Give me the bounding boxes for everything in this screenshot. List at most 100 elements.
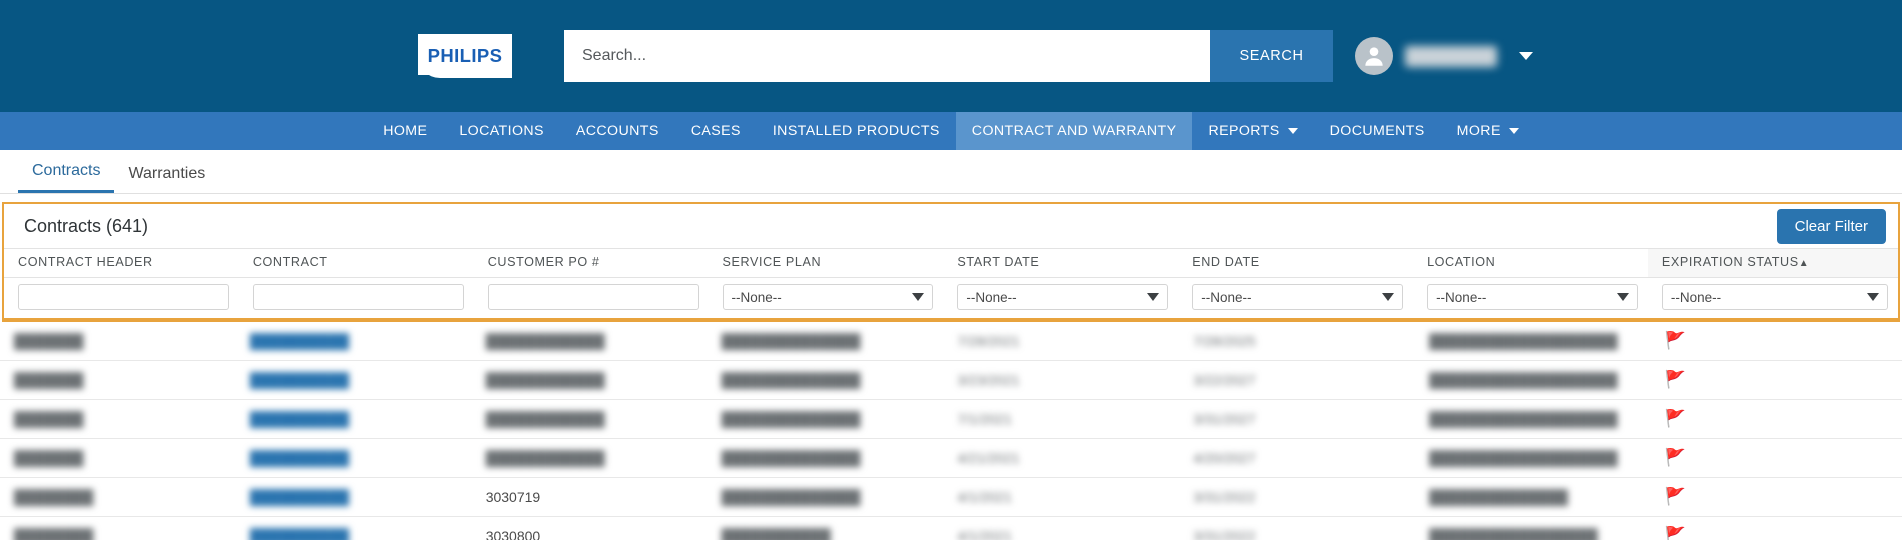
cell-value: ██████████ (250, 489, 349, 505)
column-header-service-plan[interactable]: SERVICE PLAN (709, 249, 944, 278)
cell-value: ███████ (14, 450, 83, 466)
chevron-down-icon[interactable] (1519, 52, 1533, 60)
cell-value: ██████████████ (722, 372, 861, 388)
nav-item-documents[interactable]: DOCUMENTS (1314, 112, 1441, 150)
filter-select-expiration-status[interactable]: --None-- (1662, 284, 1888, 310)
filter-input-contract[interactable] (253, 284, 464, 310)
cell-contract-header: ███████ (0, 361, 236, 400)
green-flag-icon: 🚩 (1665, 370, 1686, 389)
cell-value: 3/31/2027 (1193, 411, 1255, 427)
cell-start-date: 4/1/2021 (943, 517, 1179, 540)
filter-cell: --None-- (709, 278, 944, 320)
column-header-end-date[interactable]: END DATE (1178, 249, 1413, 278)
cell-service-plan: ██████████████ (708, 478, 944, 517)
green-flag-icon: 🚩 (1665, 331, 1686, 350)
philips-logo-text: PHILIPS (428, 45, 503, 67)
filter-select-start-date[interactable]: --None-- (957, 284, 1168, 310)
column-header-location[interactable]: LOCATION (1413, 249, 1648, 278)
column-header-contract-header[interactable]: CONTRACT HEADER (4, 249, 239, 278)
cell-value: ██████████████ (722, 489, 861, 505)
search-button[interactable]: SEARCH (1210, 30, 1333, 82)
filter-select-location[interactable]: --None-- (1427, 284, 1638, 310)
cell-value: 4/1/2021 (957, 489, 1012, 505)
cell-end-date: 3/22/2027 (1179, 361, 1415, 400)
table-row[interactable]: ██████████████████3030800███████████4/1/… (0, 517, 1902, 540)
table-row[interactable]: ████████████████████████████████████████… (0, 400, 1902, 439)
cell-contract[interactable]: ██████████ (236, 517, 472, 540)
clear-filter-button[interactable]: Clear Filter (1777, 209, 1886, 244)
table-row[interactable]: ██████████████████3030719██████████████4… (0, 478, 1902, 517)
cell-contract-header: ████████ (0, 478, 236, 517)
green-flag-icon: 🚩 (1665, 448, 1686, 467)
cell-value: ████████████ (486, 411, 605, 427)
cell-location: ███████████████████ (1415, 322, 1651, 361)
cell-contract[interactable]: ██████████ (236, 439, 472, 478)
green-flag-icon: 🚩 (1665, 526, 1686, 540)
cell-location: ███████████████████ (1415, 439, 1651, 478)
cell-expiration-status: 🚩 (1651, 517, 1902, 540)
user-menu[interactable] (1355, 37, 1533, 75)
nav-item-locations[interactable]: LOCATIONS (443, 112, 560, 150)
chevron-down-icon (912, 293, 924, 301)
cell-customer-po: 3030719 (472, 478, 708, 517)
sort-ascending-icon: ▲ (1799, 258, 1810, 269)
filter-select-service-plan[interactable]: --None-- (723, 284, 934, 310)
column-header-contract[interactable]: CONTRACT (239, 249, 474, 278)
cell-start-date: 4/1/2021 (943, 478, 1179, 517)
filter-input-contract-header[interactable] (18, 284, 229, 310)
cell-service-plan: ███████████ (708, 517, 944, 540)
philips-logo-inner: PHILIPS (418, 37, 512, 75)
cell-value: ██████████████ (722, 450, 861, 466)
cell-contract[interactable]: ██████████ (236, 478, 472, 517)
filter-select-end-date[interactable]: --None-- (1192, 284, 1403, 310)
cell-expiration-status: 🚩 (1651, 361, 1902, 400)
table-row[interactable]: ████████████████████████████████████████… (0, 322, 1902, 361)
cell-contract[interactable]: ██████████ (236, 400, 472, 439)
nav-item-accounts[interactable]: ACCOUNTS (560, 112, 675, 150)
nav-item-label: ACCOUNTS (576, 123, 659, 139)
user-avatar-icon (1355, 37, 1393, 75)
column-header-customer-po-[interactable]: CUSTOMER PO # (474, 249, 709, 278)
search-input[interactable] (564, 30, 1210, 82)
column-header-expiration-status[interactable]: EXPIRATION STATUS▲ (1648, 249, 1898, 278)
cell-value: ██████████████ (1429, 489, 1568, 505)
table-row[interactable]: ████████████████████████████████████████… (0, 361, 1902, 400)
column-header-label: EXPIRATION STATUS (1662, 255, 1799, 269)
nav-item-reports[interactable]: REPORTS (1192, 112, 1313, 150)
cell-location: █████████████████ (1415, 517, 1651, 540)
nav-item-label: CASES (691, 123, 741, 139)
user-name-label (1405, 46, 1497, 67)
tab-warranties[interactable]: Warranties (114, 165, 219, 193)
cell-contract[interactable]: ██████████ (236, 322, 472, 361)
column-header-row: CONTRACT HEADERCONTRACTCUSTOMER PO #SERV… (4, 249, 1898, 278)
filter-cell: --None-- (943, 278, 1178, 320)
cell-contract-header: ████████ (0, 517, 236, 540)
nav-item-label: REPORTS (1208, 123, 1279, 139)
tab-contracts[interactable]: Contracts (18, 162, 114, 193)
main-navigation: HOME LOCATIONS ACCOUNTS CASES INSTALLED PROD… (0, 112, 1902, 150)
column-header-start-date[interactable]: START DATE (943, 249, 1178, 278)
filter-cell: --None-- (1648, 278, 1898, 320)
cell-contract[interactable]: ██████████ (236, 361, 472, 400)
nav-item-installed-products[interactable]: INSTALLED PRODUCTS (757, 112, 956, 150)
cell-value: ████████████ (486, 372, 605, 388)
philips-logo[interactable]: PHILIPS (418, 34, 512, 78)
cell-start-date: 7/28/2021 (943, 322, 1179, 361)
nav-item-home[interactable]: HOME (367, 112, 443, 150)
nav-item-more[interactable]: MORE (1441, 112, 1535, 150)
table-row[interactable]: ████████████████████████████████████████… (0, 439, 1902, 478)
cell-contract-header: ███████ (0, 439, 236, 478)
cell-end-date: 3/31/2022 (1179, 478, 1415, 517)
cell-expiration-status: 🚩 (1651, 478, 1902, 517)
cell-value: ██████████ (250, 372, 349, 388)
cell-start-date: 7/1/2021 (943, 400, 1179, 439)
nav-item-label: LOCATIONS (459, 123, 544, 139)
cell-customer-po: ████████████ (472, 361, 708, 400)
cell-expiration-status: 🚩 (1651, 322, 1902, 361)
filter-input-customer-po-[interactable] (488, 284, 699, 310)
nav-item-label: HOME (383, 123, 427, 139)
nav-item-label: INSTALLED PRODUCTS (773, 123, 940, 139)
cell-value: ██████████████ (722, 411, 861, 427)
nav-item-cases[interactable]: CASES (675, 112, 757, 150)
nav-item-contract-and-warranty[interactable]: CONTRACT AND WARRANTY (956, 112, 1193, 150)
